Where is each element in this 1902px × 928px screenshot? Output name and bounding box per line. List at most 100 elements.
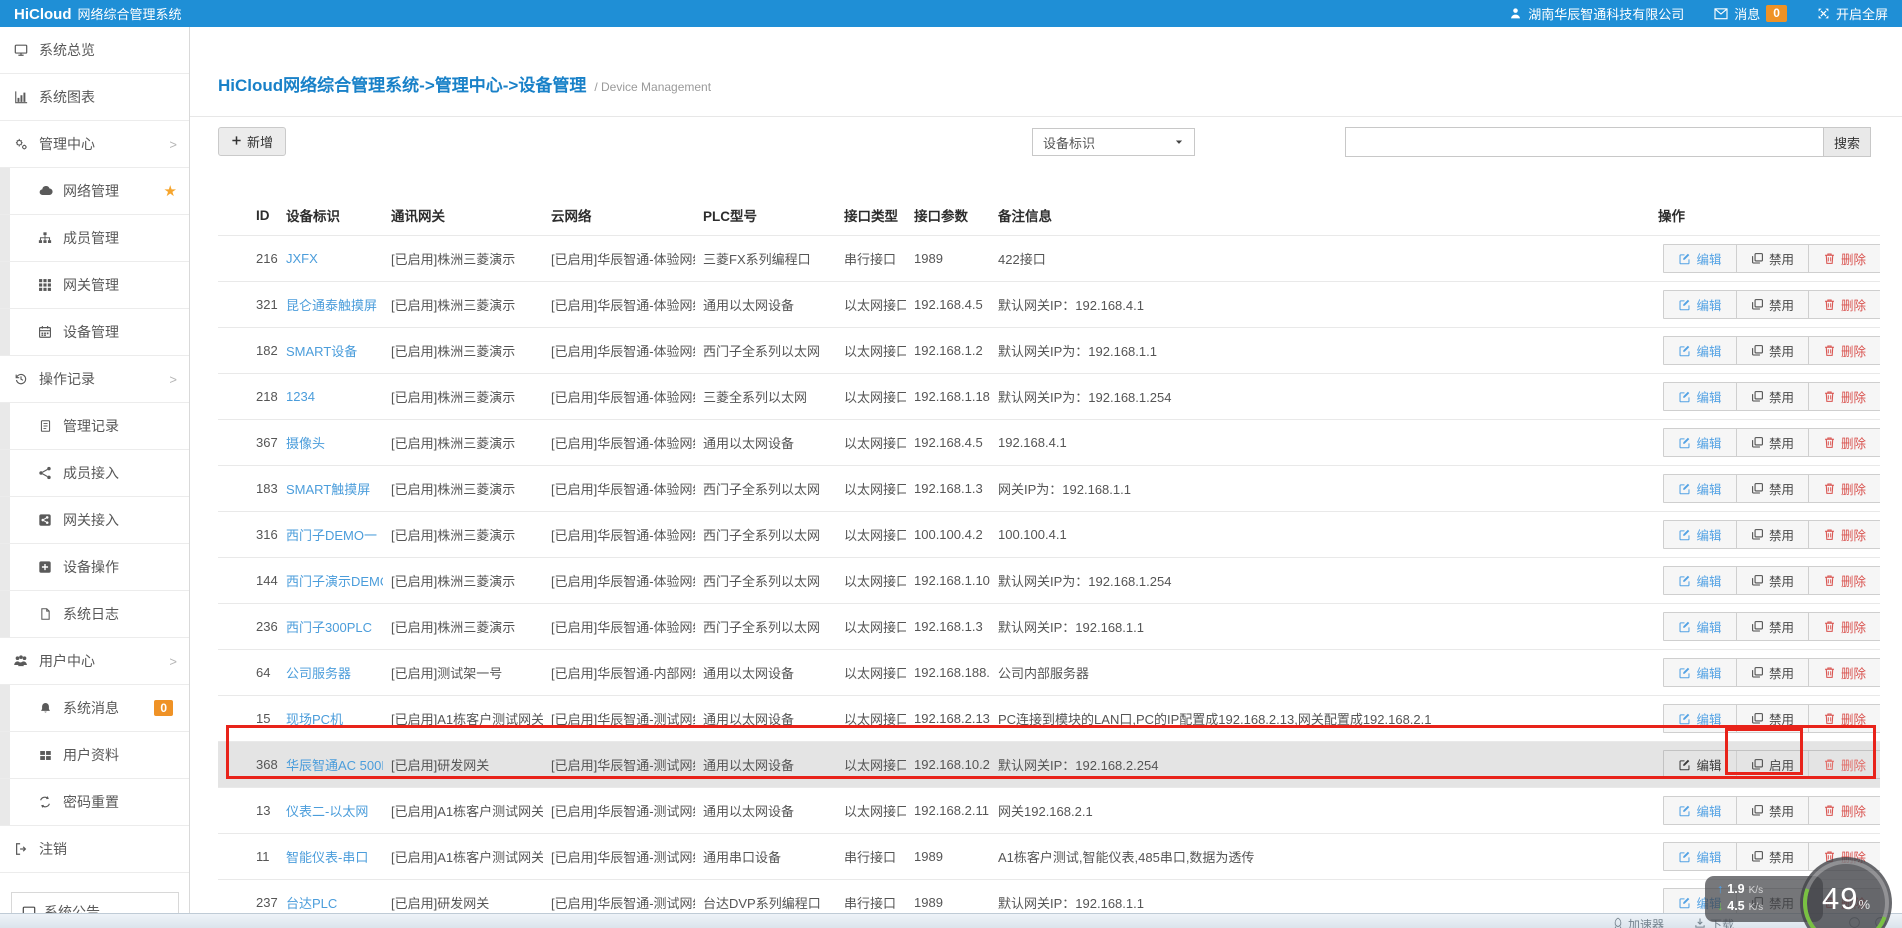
disable-button[interactable]: 禁用 (1736, 797, 1808, 824)
sidebar-item-system-charts[interactable]: 系统图表 (0, 74, 189, 121)
trash-icon (1823, 712, 1836, 725)
edit-button[interactable]: 编辑 (1664, 475, 1736, 502)
edit-button[interactable]: 编辑 (1664, 521, 1736, 548)
sidebar-item-device-operation[interactable]: 设备操作 (0, 544, 189, 591)
sidebar-item-operation-records[interactable]: 操作记录> (0, 356, 189, 403)
edit-button-label: 编辑 (1696, 847, 1721, 866)
edit-button[interactable]: 编辑 (1664, 291, 1736, 318)
remark-cell: 网关IP为：192.168.1.1 (990, 466, 1650, 512)
disable-button[interactable]: 禁用 (1736, 521, 1808, 548)
edit-button[interactable]: 编辑 (1664, 797, 1736, 824)
edit-button[interactable]: 编辑 (1664, 705, 1736, 732)
sidebar-item-member-management[interactable]: 成员管理 (0, 215, 189, 262)
edit-button[interactable]: 编辑 (1664, 843, 1736, 870)
sidebar-item-user-profile[interactable]: 用户资料 (0, 732, 189, 779)
sidebar-item-management-center[interactable]: 管理中心> (0, 121, 189, 168)
device-name-link[interactable]: 公司服务器 (286, 666, 351, 681)
browser-accelerator-button[interactable]: 加速器 (1612, 915, 1664, 928)
disable-button[interactable]: 禁用 (1736, 613, 1808, 640)
sidebar-item-logout[interactable]: 注销 (0, 826, 189, 873)
edit-button[interactable]: 编辑 (1664, 613, 1736, 640)
edit-button[interactable]: 编辑 (1664, 337, 1736, 364)
sidebar-item-device-management[interactable]: 设备管理 (0, 309, 189, 356)
sidebar-item-user-center[interactable]: 用户中心> (0, 638, 189, 685)
disable-button[interactable]: 禁用 (1736, 475, 1808, 502)
delete-button[interactable]: 删除 (1808, 659, 1880, 686)
edit-button[interactable]: 编辑 (1664, 567, 1736, 594)
sidebar-item-gateway-management[interactable]: 网关管理 (0, 262, 189, 309)
remark-cell: 默认网关IP为：192.168.1.1 (990, 328, 1650, 374)
device-name-link[interactable]: SMART设备 (286, 344, 357, 359)
account-menu[interactable]: 湖南华辰智通科技有限公司 (1509, 4, 1684, 23)
disable-button[interactable]: 禁用 (1736, 705, 1808, 732)
sidebar-item-network-management[interactable]: 网络管理★ (0, 168, 189, 215)
edit-button[interactable]: 编辑 (1664, 659, 1736, 686)
actions-cell: 编辑禁用删除 (1650, 282, 1880, 328)
device-name-link[interactable]: JXFX (286, 251, 318, 266)
device-name-cell: 公司服务器 (278, 650, 383, 696)
messages-menu[interactable]: 消息 0 (1714, 4, 1787, 23)
disable-button[interactable]: 禁用 (1736, 383, 1808, 410)
device-name-link[interactable]: 摄像头 (286, 436, 325, 451)
sitemap-icon (36, 231, 54, 245)
sidebar-item-member-access[interactable]: 成员接入 (0, 450, 189, 497)
delete-button[interactable]: 删除 (1808, 383, 1880, 410)
edit-button[interactable]: 编辑 (1664, 429, 1736, 456)
actions-cell: 编辑禁用删除 (1650, 696, 1880, 742)
edit-button[interactable]: 编辑 (1664, 245, 1736, 272)
device-name-link[interactable]: 台达PLC (286, 896, 337, 911)
delete-button[interactable]: 删除 (1808, 567, 1880, 594)
device-name-link[interactable]: 西门子DEMO一 (286, 528, 377, 543)
delete-button[interactable]: 删除 (1808, 521, 1880, 548)
add-device-button[interactable]: 新增 (218, 127, 286, 156)
disable-button[interactable]: 禁用 (1736, 429, 1808, 456)
delete-button[interactable]: 删除 (1808, 337, 1880, 364)
disable-button[interactable]: 禁用 (1736, 291, 1808, 318)
device-name-link[interactable]: 智能仪表-串口 (286, 850, 368, 865)
sidebar-item-gateway-access[interactable]: 网关接入 (0, 497, 189, 544)
delete-button[interactable]: 删除 (1808, 613, 1880, 640)
fullscreen-button[interactable]: 开启全屏 (1817, 4, 1888, 23)
device-name-link[interactable]: 1234 (286, 389, 315, 404)
sidebar-item-system-logs[interactable]: 系统日志 (0, 591, 189, 638)
search-button[interactable]: 搜索 (1823, 127, 1871, 157)
device-name-link[interactable]: 西门子300PLC (286, 620, 372, 635)
device-name-link[interactable]: 西门子演示DEMO箱二 (286, 574, 383, 589)
device-name-link[interactable]: 华辰智通AC 500PLC001 (286, 758, 383, 773)
edit-button[interactable]: 编辑 (1664, 383, 1736, 410)
device-id-cell: 64 (218, 650, 278, 696)
device-name-link[interactable]: 仪表二-以太网 (286, 804, 368, 819)
column-header: 接口参数 (906, 195, 990, 236)
sidebar-item-system-messages[interactable]: 系统消息0 (0, 685, 189, 732)
delete-button[interactable]: 删除 (1808, 797, 1880, 824)
sidebar-item-password-reset[interactable]: 密码重置 (0, 779, 189, 826)
delete-button[interactable]: 删除 (1808, 751, 1880, 778)
device-name-link[interactable]: 昆仑通泰触摸屏 (286, 298, 377, 313)
disable-button-label: 禁用 (1769, 433, 1794, 452)
disable-button[interactable]: 禁用 (1736, 337, 1808, 364)
table-row: 13仪表二-以太网[已启用]A1栋客户测试网关[已启用]华辰智通-测试网络通用以… (218, 788, 1880, 834)
device-name-link[interactable]: 现场PC机 (286, 712, 343, 727)
trash-icon (1823, 758, 1836, 771)
edit-button[interactable]: 编辑 (1664, 751, 1736, 778)
users-icon (12, 654, 30, 668)
enable-button[interactable]: 启用 (1736, 751, 1808, 778)
disable-button[interactable]: 禁用 (1736, 567, 1808, 594)
disable-button[interactable]: 禁用 (1736, 659, 1808, 686)
delete-button[interactable]: 删除 (1808, 429, 1880, 456)
sidebar-item-management-records[interactable]: 管理记录 (0, 403, 189, 450)
sidebar-item-label: 设备管理 (63, 322, 119, 342)
port-type-cell: 以太网接口 (836, 328, 906, 374)
disable-button[interactable]: 禁用 (1736, 245, 1808, 272)
delete-button[interactable]: 删除 (1808, 245, 1880, 272)
sidebar-item-system-overview[interactable]: 系统总览 (0, 27, 189, 74)
disable-button[interactable]: 禁用 (1736, 843, 1808, 870)
delete-button[interactable]: 删除 (1808, 291, 1880, 318)
search-input[interactable] (1345, 127, 1823, 157)
device-name-link[interactable]: SMART触摸屏 (286, 482, 370, 497)
device-name-cell: SMART设备 (278, 328, 383, 374)
gateway-cell: [已启用]株洲三菱演示 (383, 604, 543, 650)
delete-button[interactable]: 删除 (1808, 705, 1880, 732)
delete-button[interactable]: 删除 (1808, 475, 1880, 502)
filter-field-select[interactable]: 设备标识 (1032, 128, 1195, 156)
